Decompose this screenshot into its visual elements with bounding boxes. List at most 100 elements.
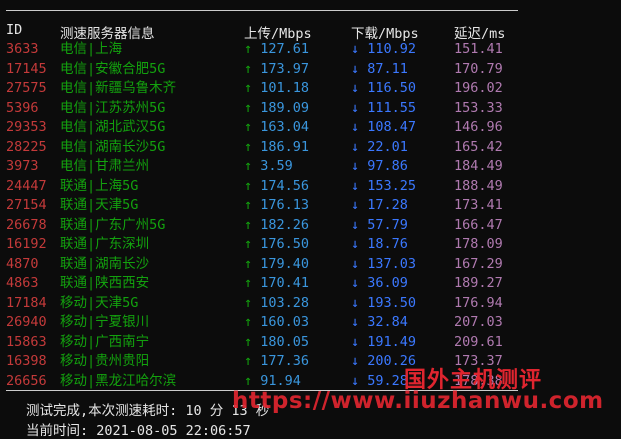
upload-value: 189.09	[260, 99, 310, 116]
server-info: 联通|广东广州5G	[60, 216, 166, 233]
download-value: 36.09	[367, 275, 408, 291]
upload-cell: ↑ 103.28	[244, 294, 309, 313]
server-info: 移动|广西南宁	[60, 333, 150, 350]
latency-value: 151.41	[454, 41, 503, 57]
arrow-down-icon: ↓	[351, 333, 360, 350]
upload-cell: ↑ 173.97	[244, 60, 309, 79]
arrow-up-icon: ↑	[244, 80, 253, 96]
download-cell: ↓ 110.92	[351, 40, 416, 59]
download-cell: ↓ 191.49	[351, 333, 416, 352]
upload-value: 176.50	[260, 236, 310, 252]
server-id: 17184	[6, 294, 47, 311]
arrow-up-icon: ↑	[244, 119, 253, 135]
server-id: 24447	[6, 177, 47, 194]
upload-value: 177.36	[260, 353, 310, 369]
upload-value: 176.13	[260, 197, 310, 213]
arrow-up-icon: ↑	[244, 372, 253, 389]
upload-value: 127.61	[260, 41, 310, 57]
upload-value: 163.04	[260, 119, 310, 135]
upload-value: 179.40	[260, 255, 310, 272]
download-cell: ↓ 87.11	[351, 60, 408, 79]
latency-value: 167.29	[454, 255, 503, 272]
table-row: 17145 电信|安徽合肥5G ↑ 173.97 ↓ 87.11 170.79	[0, 60, 621, 79]
download-value: 116.50	[367, 80, 417, 96]
upload-cell: ↑ 3.59	[244, 157, 293, 176]
latency-value: 170.79	[454, 60, 503, 77]
download-cell: ↓ 17.28	[351, 196, 408, 215]
arrow-up-icon: ↑	[244, 177, 253, 194]
upload-cell: ↑ 160.03	[244, 313, 309, 332]
latency-value: 176.94	[454, 294, 503, 311]
arrow-down-icon: ↓	[351, 80, 360, 96]
server-id: 3973	[6, 158, 39, 174]
download-cell: ↓ 111.55	[351, 99, 416, 118]
server-info: 电信|湖南长沙5G	[60, 138, 166, 155]
server-info: 联通|广东深圳	[60, 236, 150, 252]
upload-cell: ↑ 174.56	[244, 177, 309, 196]
server-info: 联通|湖南长沙	[60, 255, 150, 272]
arrow-up-icon: ↑	[244, 314, 253, 330]
table-row: 26678 联通|广东广州5G ↑ 182.26 ↓ 57.79 166.47	[0, 216, 621, 235]
upload-cell: ↑ 176.13	[244, 196, 309, 215]
download-cell: ↓ 18.76	[351, 235, 408, 254]
table-row: 16192 联通|广东深圳 ↑ 176.50 ↓ 18.76 178.09	[0, 235, 621, 254]
download-value: 191.49	[367, 333, 417, 350]
download-cell: ↓ 108.47	[351, 118, 416, 137]
arrow-up-icon: ↑	[244, 41, 253, 57]
upload-cell: ↑ 101.18	[244, 79, 309, 98]
server-id: 29353	[6, 119, 47, 135]
header-id: ID	[6, 22, 23, 38]
table-row: 27575 电信|新疆乌鲁木齐 ↑ 101.18 ↓ 116.50 196.02	[0, 79, 621, 98]
upload-cell: ↑ 189.09	[244, 99, 309, 118]
download-value: 59.28	[367, 372, 408, 389]
latency-value: 188.49	[454, 177, 503, 194]
upload-value: 180.05	[260, 333, 310, 350]
server-id: 16192	[6, 236, 47, 252]
server-id: 28225	[6, 138, 47, 155]
arrow-up-icon: ↑	[244, 158, 253, 174]
current-time-text: 当前时间: 2021-08-05 22:06:57	[26, 423, 251, 439]
arrow-down-icon: ↓	[351, 177, 360, 194]
table-row: 3973 电信|甘肃兰州 ↑ 3.59 ↓ 97.86 184.49	[0, 157, 621, 176]
server-info: 电信|甘肃兰州	[60, 158, 150, 174]
latency-value: 173.41	[454, 197, 503, 213]
arrow-down-icon: ↓	[351, 353, 360, 369]
table-row: 29353 电信|湖北武汉5G ↑ 163.04 ↓ 108.47 146.96	[0, 118, 621, 137]
download-cell: ↓ 116.50	[351, 79, 416, 98]
server-id: 26656	[6, 372, 47, 389]
table-row: 15863 移动|广西南宁 ↑ 180.05 ↓ 191.49 209.61	[0, 333, 621, 352]
download-cell: ↓ 97.86	[351, 157, 408, 176]
arrow-up-icon: ↑	[244, 294, 253, 311]
table-row: 26940 移动|宁夏银川 ↑ 160.03 ↓ 32.84 207.03	[0, 313, 621, 332]
watermark-url: https://www.iiuzhanwu.com	[232, 388, 604, 414]
download-cell: ↓ 36.09	[351, 274, 408, 293]
arrow-down-icon: ↓	[351, 60, 360, 77]
latency-value: 153.33	[454, 99, 503, 116]
server-id: 27154	[6, 197, 47, 213]
latency-value: 178.09	[454, 236, 503, 252]
download-value: 87.11	[367, 60, 408, 77]
upload-cell: ↑ 163.04	[244, 118, 309, 137]
arrow-up-icon: ↑	[244, 255, 253, 272]
upload-value: 173.97	[260, 60, 310, 77]
arrow-up-icon: ↑	[244, 99, 253, 116]
upload-value: 186.91	[260, 138, 310, 155]
table-row: 5396 电信|江苏苏州5G ↑ 189.09 ↓ 111.55 153.33	[0, 99, 621, 118]
table-row: 4863 联通|陕西西安 ↑ 170.41 ↓ 36.09 189.27	[0, 274, 621, 293]
upload-cell: ↑ 186.91	[244, 138, 309, 157]
latency-value: 165.42	[454, 138, 503, 155]
upload-cell: ↑ 182.26	[244, 216, 309, 235]
upload-value: 101.18	[260, 80, 310, 96]
server-id: 4870	[6, 255, 39, 272]
arrow-down-icon: ↓	[351, 197, 360, 213]
arrow-up-icon: ↑	[244, 236, 253, 252]
download-value: 111.55	[367, 99, 417, 116]
arrow-up-icon: ↑	[244, 353, 253, 369]
download-cell: ↓ 57.79	[351, 216, 408, 235]
arrow-down-icon: ↓	[351, 314, 360, 330]
download-value: 110.92	[367, 41, 417, 57]
upload-value: 182.26	[260, 216, 310, 233]
upload-cell: ↑ 177.36	[244, 352, 309, 371]
arrow-down-icon: ↓	[351, 236, 360, 252]
upload-value: 160.03	[260, 314, 310, 330]
